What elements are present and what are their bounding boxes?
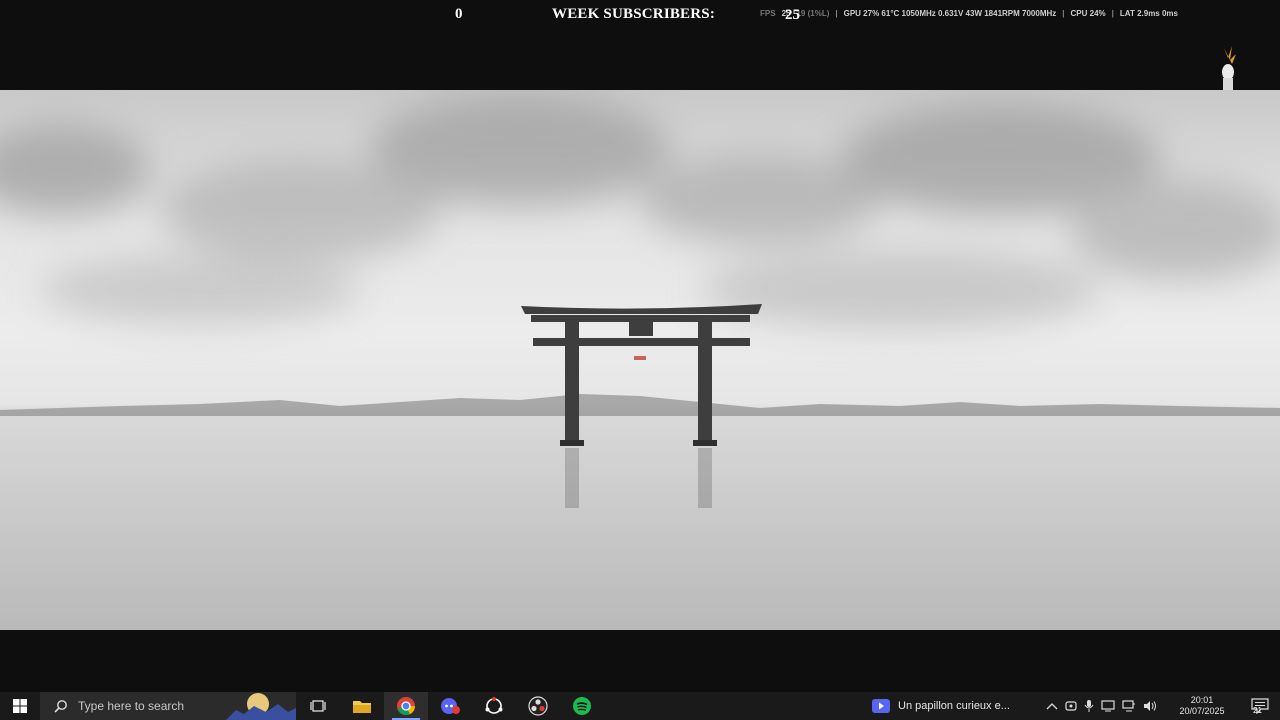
search-highlight-art xyxy=(226,693,296,720)
system-tray xyxy=(1046,692,1157,720)
task-view-icon xyxy=(310,700,326,712)
discord-button[interactable] xyxy=(428,692,472,720)
show-hidden-icons-button[interactable] xyxy=(1046,701,1058,711)
volume-tray-button[interactable] xyxy=(1143,700,1157,712)
tray-app-icon-1[interactable] xyxy=(1065,700,1077,712)
desktop-bottom-bar xyxy=(0,630,1280,692)
taskbar-search-box[interactable]: Type here to search xyxy=(40,692,296,720)
obs-icon xyxy=(528,696,548,716)
media-widget[interactable]: Un papillon curieux e... xyxy=(872,692,1010,720)
clock-date: 20/07/2025 xyxy=(1179,706,1225,716)
spotify-button[interactable] xyxy=(560,692,604,720)
search-placeholder: Type here to search xyxy=(78,699,185,713)
fps-big-counter: 25 xyxy=(785,7,800,23)
chrome-icon xyxy=(397,697,416,716)
fps-label: FPS xyxy=(760,9,776,18)
chevron-up-icon xyxy=(1046,703,1058,710)
notification-count: 21 xyxy=(1253,706,1262,715)
obs-helper-button[interactable] xyxy=(472,692,516,720)
windows-logo-icon xyxy=(13,699,27,713)
search-icon xyxy=(54,700,67,713)
microphone-icon xyxy=(1084,700,1094,712)
microphone-tray-button[interactable] xyxy=(1084,699,1094,713)
monitor-icon xyxy=(1101,700,1115,712)
subscriber-count: 0 xyxy=(455,6,463,22)
video-play-icon xyxy=(872,699,890,713)
media-title: Un papillon curieux e... xyxy=(898,700,1010,712)
discord-icon xyxy=(441,698,460,714)
clock-time: 20:01 xyxy=(1190,695,1214,705)
refresh-app-icon xyxy=(485,697,503,714)
task-view-button[interactable] xyxy=(296,692,340,720)
meet-now-icon xyxy=(1065,701,1077,711)
gpu-stats: GPU 27% 61°C 1050MHz 0.631V 43W 1841RPM … xyxy=(843,9,1057,18)
start-button[interactable] xyxy=(0,692,40,720)
performance-overlay: FPS 25 19 (1%L) | GPU 27% 61°C 1050MHz 0… xyxy=(760,9,1178,18)
desktop-wallpaper xyxy=(0,90,1280,630)
taskbar: Type here to search Un papillon curieux … xyxy=(0,692,1280,720)
subscriber-label: WEEK SUBSCRIBERS: xyxy=(552,6,716,22)
file-explorer-button[interactable] xyxy=(340,692,384,720)
speaker-icon xyxy=(1144,701,1156,711)
network-icon xyxy=(1122,700,1135,712)
obs-button[interactable] xyxy=(516,692,560,720)
folder-icon xyxy=(353,701,371,713)
spotify-icon xyxy=(573,697,591,715)
display-tray-button[interactable] xyxy=(1101,700,1115,712)
taskbar-clock[interactable]: 20:01 20/07/2025 xyxy=(1172,695,1232,717)
torii-landscape-image xyxy=(0,95,1280,630)
latency-stats: LAT 2.9ms 0ms xyxy=(1119,9,1178,18)
chrome-button[interactable] xyxy=(384,692,428,720)
cpu-stats: CPU 24% xyxy=(1070,9,1106,18)
fps-low: 19 (1%L) xyxy=(796,9,830,18)
stream-overlay-bar: 0 WEEK SUBSCRIBERS: FPS 25 19 (1%L) | GP… xyxy=(0,0,1280,98)
network-tray-button[interactable] xyxy=(1122,700,1136,712)
